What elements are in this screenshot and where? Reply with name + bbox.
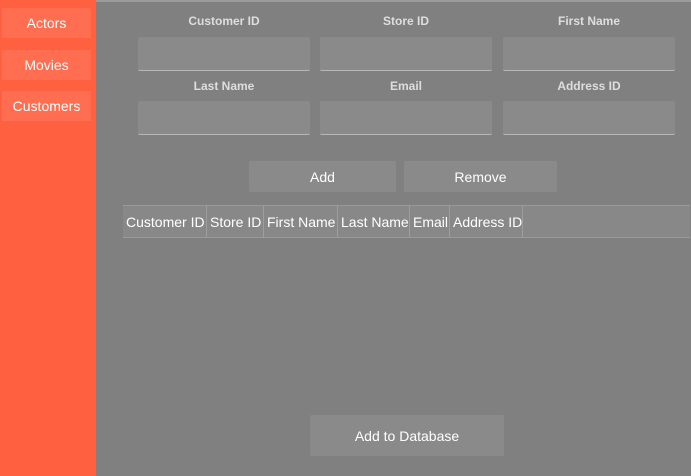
column-header-address-id[interactable]: Address ID (450, 206, 523, 237)
column-header-first-name[interactable]: First Name (264, 206, 338, 237)
first-name-field[interactable] (503, 37, 675, 71)
add-button[interactable]: Add (249, 161, 396, 192)
app-window: Actors Movies Customers Customer ID Stor… (0, 0, 691, 476)
column-header-customer-id[interactable]: Customer ID (123, 206, 207, 237)
table-body[interactable] (123, 238, 690, 408)
customer-id-field[interactable] (138, 37, 310, 71)
remove-button[interactable]: Remove (404, 161, 557, 192)
last-name-label: Last Name (193, 79, 255, 93)
sidebar: Actors Movies Customers (0, 0, 96, 476)
add-button-label: Add (310, 168, 335, 185)
column-header-last-name[interactable]: Last Name (338, 206, 410, 237)
store-id-label: Store ID (382, 14, 429, 28)
sidebar-item-actors[interactable]: Actors (2, 8, 91, 38)
column-header-store-id[interactable]: Store ID (207, 206, 264, 237)
sidebar-item-label: Movies (24, 57, 69, 73)
column-header-filler (523, 206, 690, 237)
add-to-database-label: Add to Database (354, 427, 460, 444)
column-header-email[interactable]: Email (410, 206, 450, 237)
first-name-label: First Name (557, 14, 621, 28)
email-label: Email (389, 79, 422, 93)
sidebar-item-customers[interactable]: Customers (2, 91, 91, 121)
sidebar-item-label: Actors (26, 15, 67, 31)
sidebar-item-label: Customers (12, 98, 81, 114)
address-id-field[interactable] (503, 101, 675, 135)
remove-button-label: Remove (454, 168, 507, 185)
table-header: Customer ID Store ID First Name Last Nam… (123, 205, 690, 238)
top-border (96, 0, 691, 2)
last-name-field[interactable] (138, 101, 310, 135)
store-id-field[interactable] (320, 37, 492, 71)
add-to-database-button[interactable]: Add to Database (310, 415, 504, 456)
address-id-label: Address ID (557, 79, 621, 93)
sidebar-item-movies[interactable]: Movies (2, 50, 91, 80)
email-field[interactable] (320, 101, 492, 135)
customer-id-label: Customer ID (188, 14, 260, 28)
